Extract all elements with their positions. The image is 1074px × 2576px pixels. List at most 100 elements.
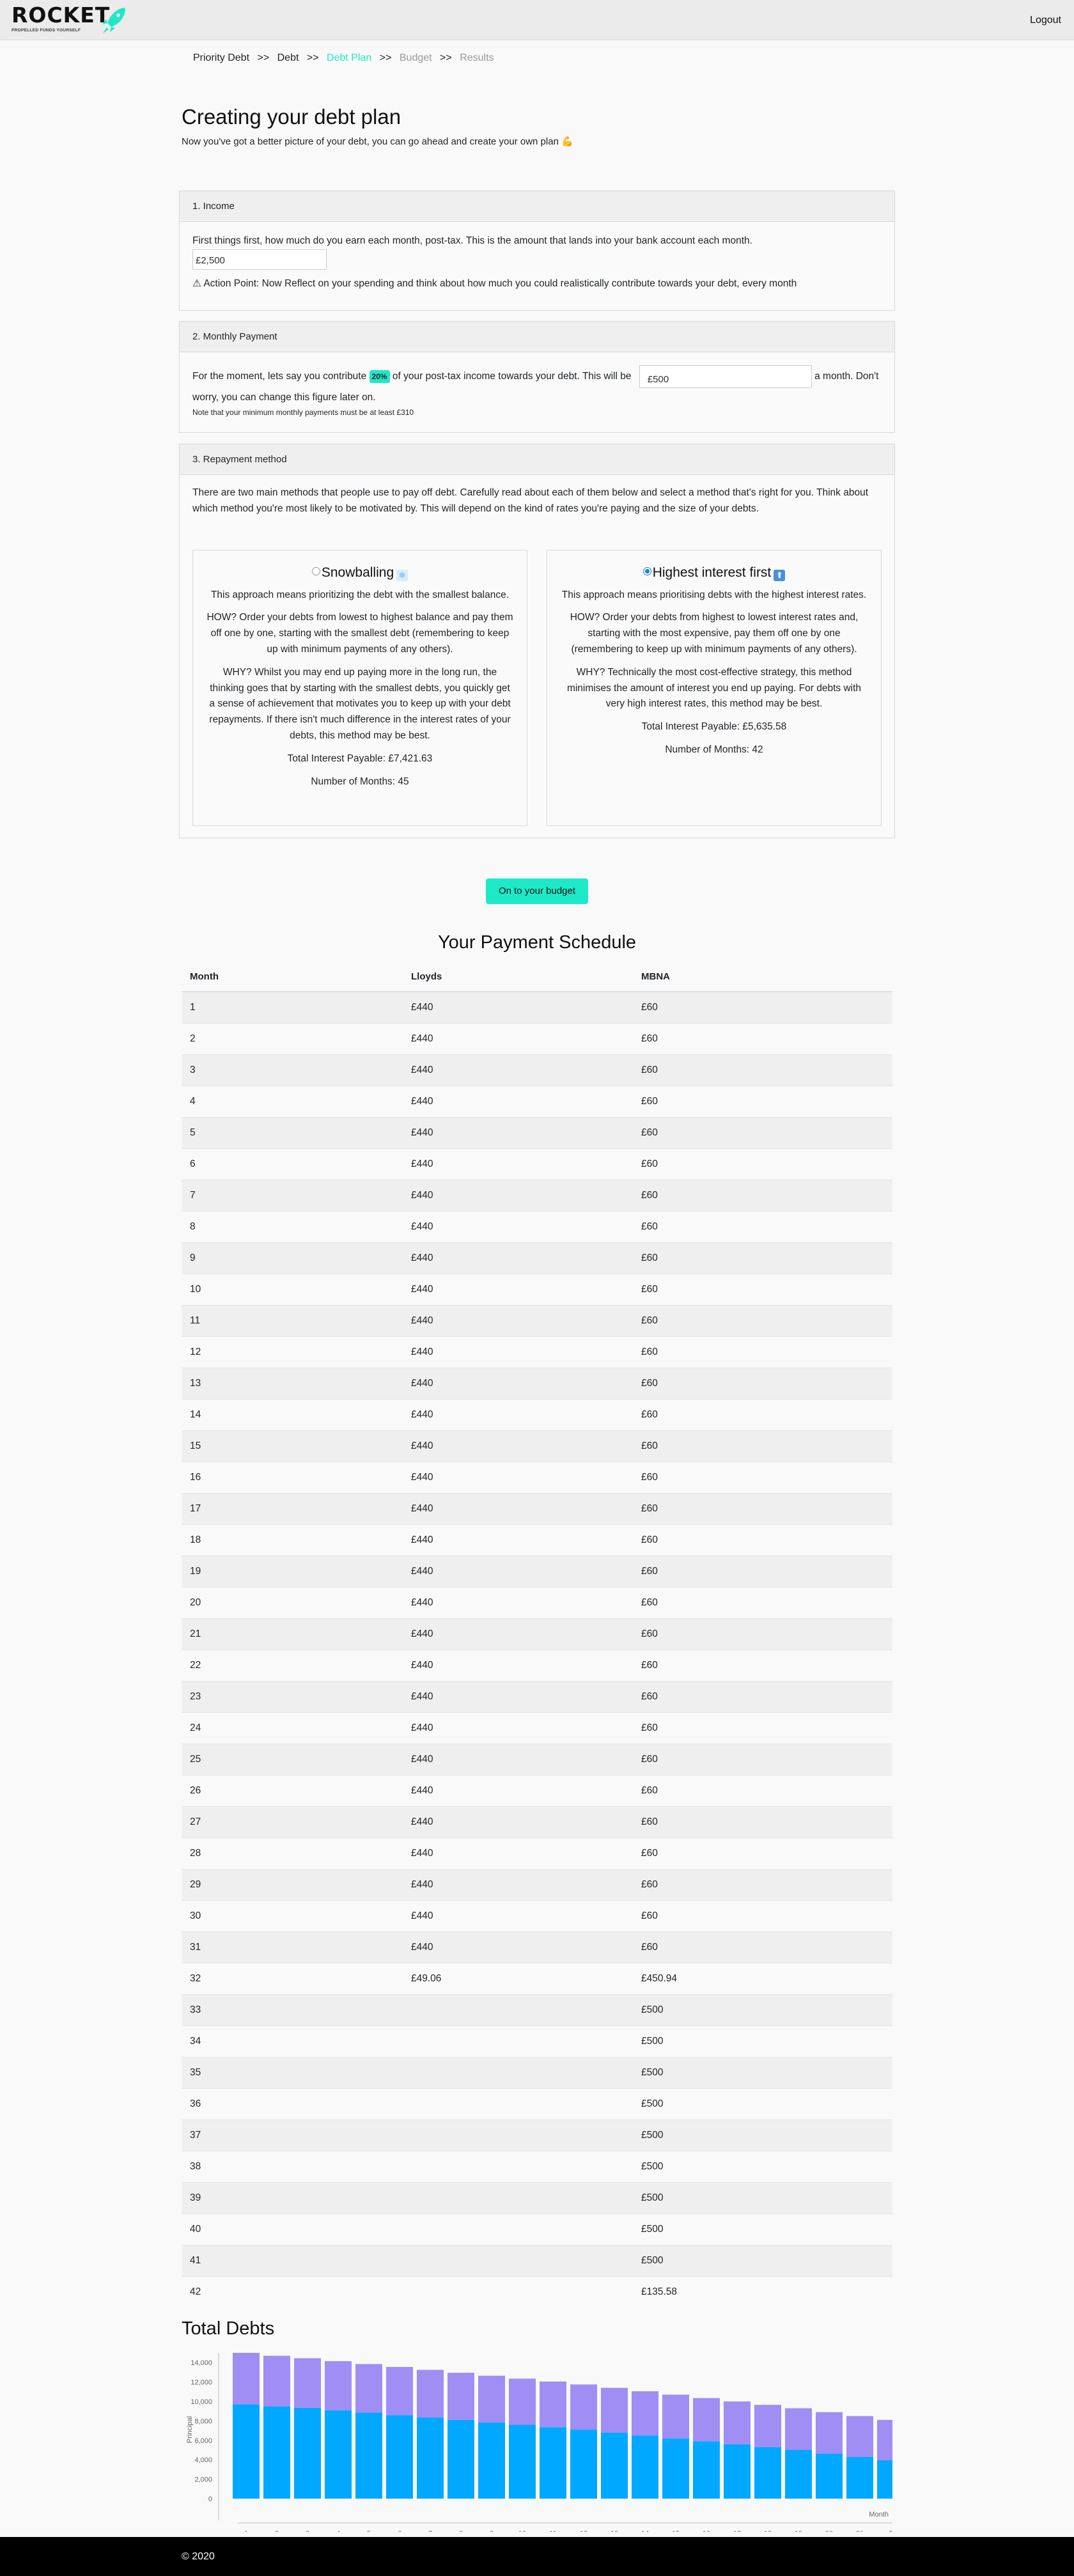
crumb-separator: >> [257,52,270,63]
logo[interactable]: ROCKET PROPELLED FUNDS YOURSELF [12,4,110,33]
cell-month: 22 [182,1649,403,1681]
cell-lloyds: £440 [403,1116,633,1148]
income-action-point: ⚠ Action Point: Now Reflect on your spen… [192,277,797,289]
cell-month: 10 [182,1273,403,1305]
cell-mbna: £60 [633,1712,892,1744]
table-row: 25 £440 £60 [182,1743,892,1775]
cell-month: 12 [182,1336,403,1368]
table-row: 12 £440 £60 [182,1336,892,1368]
cell-month: 19 [182,1555,403,1587]
cell-lloyds: £440 [403,1273,633,1305]
bar-segment [540,2381,566,2428]
table-row: 6 £440 £60 [182,1148,892,1180]
income-heading: 1. Income [180,191,894,222]
cell-mbna: £500 [633,2182,892,2213]
bar-segment [754,2405,781,2447]
bar-segment [724,2401,751,2444]
cell-mbna: £135.58 [633,2275,892,2307]
income-input[interactable]: £2,500 [192,249,327,270]
x-tick-label: 21 [856,2530,864,2532]
method-highest-interest[interactable]: Highest interest first ⬆ This approach me… [547,550,882,826]
cell-lloyds: £440 [403,1900,633,1932]
bar-segment [724,2444,751,2499]
cell-month: 9 [182,1242,403,1274]
bar-segment [509,2424,536,2499]
cell-mbna: £500 [633,2213,892,2245]
cell-lloyds: £440 [403,1054,633,1086]
radio-highest-interest[interactable] [642,567,651,575]
y-axis-label: Principal [186,2416,194,2443]
table-row: 19 £440 £60 [182,1555,892,1587]
column-header-lloyds: Lloyds [403,962,633,992]
crumb-results: Results [460,52,494,63]
logo-tagline: PROPELLED FUNDS YOURSELF [12,28,81,33]
cell-month: 13 [182,1367,403,1399]
x-tick-label: 15 [672,2530,680,2532]
minimum-payment-note: Note that your minimum monthly payments … [192,408,414,417]
bar-segment [877,2419,892,2460]
on-to-budget-button[interactable]: On to your budget [486,878,588,904]
cell-mbna: £60 [633,991,892,1023]
monthly-payment-input[interactable]: £500 [639,365,812,388]
x-tick-label: 11 [549,2530,556,2532]
cell-lloyds: £440 [403,1085,633,1117]
method-description: This approach means prioritising debts w… [561,589,867,600]
payment-schedule-table: Month Lloyds MBNA 1 £440 £60 2 £440 £60 3 £440 £… [182,962,892,2307]
cell-mbna: £60 [633,1868,892,1900]
cell-lloyds [403,2150,633,2182]
cell-month: 17 [182,1492,403,1524]
cell-mbna: £60 [633,1618,892,1650]
radio-snowballing[interactable] [311,567,320,575]
logout-link[interactable]: Logout [1030,15,1061,26]
cell-mbna: £500 [633,2244,892,2276]
table-row: 26 £440 £60 [182,1774,892,1806]
cell-mbna: £500 [633,2150,892,2182]
cell-mbna: £60 [633,1398,892,1430]
x-tick-label: 9 [490,2530,494,2532]
repayment-heading: 3. Repayment method [180,444,894,475]
monthly-payment-heading: 2. Monthly Payment [180,322,894,352]
cell-month: 25 [182,1743,403,1775]
cell-month: 40 [182,2213,403,2245]
cell-month: 11 [182,1304,403,1336]
x-tick-label: 4 [336,2530,340,2532]
bar-segment [233,2404,260,2499]
breadcrumb: Priority Debt >> Debt >> Debt Plan >> Bu… [193,52,499,64]
bar-segment [662,2394,689,2439]
cell-mbna: £60 [633,1586,892,1618]
table-row: 8 £440 £60 [182,1210,892,1242]
x-tick-label: 18 [764,2530,772,2532]
cell-lloyds: £440 [403,1148,633,1180]
x-tick-label: 5 [367,2530,371,2532]
table-row: 36 £500 [182,2088,892,2119]
bar-segment [478,2375,505,2423]
cell-mbna: £500 [633,2025,892,2057]
cell-mbna: £60 [633,1806,892,1838]
crumb-priority-debt[interactable]: Priority Debt [193,52,249,63]
cell-mbna: £60 [633,1680,892,1712]
x-tick-label: 19 [795,2530,802,2532]
method-why: WHY? Technically the most cost-effective… [566,666,862,710]
cell-mbna: £60 [633,1837,892,1869]
method-snowballing[interactable]: Snowballing ❄ This approach means priorit… [192,550,527,826]
cell-lloyds [403,2056,633,2088]
cell-mbna: £60 [633,1743,892,1775]
total-debts-chart: 0 2,000 4,000 6,000 8,000 10,000 12,000 14,000 P… [186,2353,892,2532]
bar-segment [447,2373,474,2420]
cell-month: 27 [182,1806,403,1838]
bar-segment [540,2427,566,2499]
table-row: 28 £440 £60 [182,1837,892,1869]
cell-month: 36 [182,2088,403,2119]
method-how: HOW? Order your debts from lowest to hig… [206,612,513,655]
cell-month: 32 [182,1962,403,1994]
footer: © 2020 [0,2537,1074,2576]
cell-mbna: £60 [633,1022,892,1054]
crumb-debt[interactable]: Debt [277,52,299,63]
cell-mbna: £450.94 [633,1962,892,1994]
cell-lloyds: £440 [403,1618,633,1650]
cell-mbna: £60 [633,1461,892,1493]
crumb-debt-plan[interactable]: Debt Plan [327,52,371,63]
up-arrow-icon: ⬆ [774,570,786,581]
cell-month: 28 [182,1837,403,1869]
cell-lloyds: £440 [403,1649,633,1681]
